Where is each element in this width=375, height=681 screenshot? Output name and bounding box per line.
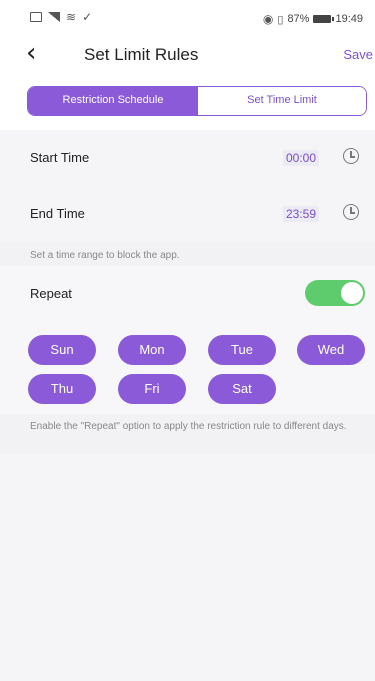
clock-icon[interactable]: [343, 148, 359, 164]
day-chip-fri[interactable]: Fri: [118, 374, 186, 404]
sim-icon: [30, 12, 42, 22]
vibrate-icon: ▯: [277, 13, 284, 26]
end-time-value[interactable]: 23:59: [283, 206, 320, 222]
back-button[interactable]: ‹: [26, 40, 50, 68]
signal-icon: [48, 12, 60, 22]
end-time-row[interactable]: End Time 23:59: [0, 186, 375, 242]
app-header: ‹ Set Limit Rules Save: [0, 38, 375, 72]
page-title: Set Limit Rules: [84, 45, 199, 64]
status-right: ◉ ▯ 87% 19:49: [263, 12, 363, 26]
save-button[interactable]: Save: [343, 47, 375, 62]
empty-area: [0, 455, 375, 681]
day-chip-tue[interactable]: Tue: [208, 335, 276, 365]
wifi-icon: ≋: [66, 10, 77, 24]
day-chip-wed[interactable]: Wed: [297, 335, 365, 365]
end-time-label: End Time: [30, 206, 85, 221]
segmented-control: Restriction Schedule Set Time Limit: [27, 86, 367, 116]
start-time-row[interactable]: Start Time 00:00: [0, 130, 375, 187]
status-time: 19:49: [335, 13, 363, 25]
day-chip-thu[interactable]: Thu: [28, 374, 96, 404]
start-time-label: Start Time: [30, 150, 90, 165]
day-chip-sat[interactable]: Sat: [208, 374, 276, 404]
battery-percent: 87%: [287, 13, 310, 25]
tab-set-time-limit[interactable]: Set Time Limit: [198, 87, 366, 115]
toggle-knob: [341, 282, 363, 304]
clock-icon[interactable]: [343, 204, 359, 220]
repeat-section: Repeat Sun Mon Tue Wed Thu Fri Sat: [0, 266, 375, 414]
time-range-hint: Set a time range to block the app.: [30, 250, 180, 261]
check-icon: ✓: [82, 10, 93, 24]
battery-icon: [313, 15, 335, 23]
status-bar: ≋ ✓ ◉ ▯ 87% 19:49: [0, 0, 375, 38]
status-left: ≋ ✓: [30, 10, 93, 24]
repeat-hint: Enable the "Repeat" option to apply the …: [30, 421, 347, 432]
eye-icon: ◉: [262, 12, 274, 26]
day-chip-sun[interactable]: Sun: [28, 335, 96, 365]
start-time-value[interactable]: 00:00: [283, 150, 320, 166]
day-chip-mon[interactable]: Mon: [118, 335, 186, 365]
repeat-toggle[interactable]: [305, 280, 365, 306]
repeat-label: Repeat: [30, 286, 72, 301]
chevron-left-icon: ‹: [26, 38, 37, 68]
tab-restriction-schedule[interactable]: Restriction Schedule: [28, 87, 198, 115]
tab-bar-container: Restriction Schedule Set Time Limit: [0, 72, 375, 130]
